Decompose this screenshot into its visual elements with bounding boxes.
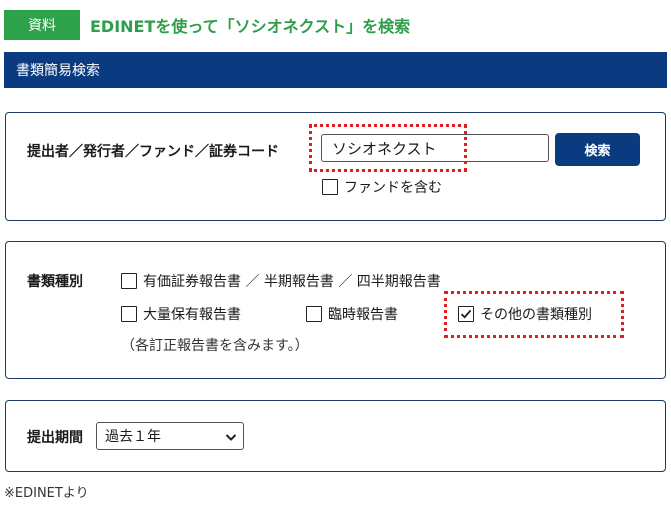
- filer-label: 提出者／発行者／ファンド／証券コード: [27, 144, 279, 160]
- include-fund-label: ファンドを含む: [344, 180, 442, 196]
- securities-report-checkbox[interactable]: [121, 273, 137, 289]
- doc-type-option-other[interactable]: その他の書類種別: [458, 304, 592, 324]
- doc-type-option-securities-report[interactable]: 有価証券報告書 ／ 半期報告書 ／ 四半期報告書: [121, 271, 441, 291]
- extraordinary-report-label: 臨時報告書: [328, 307, 398, 323]
- include-fund-checkbox[interactable]: [322, 179, 338, 195]
- extraordinary-report-checkbox[interactable]: [306, 306, 322, 322]
- checkmark-icon: [460, 309, 472, 319]
- other-doc-type-label: その他の書類種別: [480, 307, 592, 323]
- doc-type-label: 書類種別: [27, 274, 83, 290]
- large-holding-checkbox[interactable]: [121, 306, 137, 322]
- period-label: 提出期間: [27, 430, 83, 446]
- page-headline: EDINETを使って「ソシオネクスト」を検索: [90, 17, 411, 36]
- other-doc-type-checkbox[interactable]: [458, 306, 474, 322]
- document-badge: 資料: [4, 10, 80, 40]
- doc-type-option-large-holding[interactable]: 大量保有報告書: [121, 304, 241, 324]
- search-panel: [5, 112, 666, 221]
- period-selected-value: 過去１年: [105, 429, 161, 445]
- section-title: 書類簡易検索: [16, 63, 100, 79]
- period-select[interactable]: 過去１年: [96, 422, 244, 450]
- doc-type-option-extraordinary[interactable]: 臨時報告書: [306, 304, 398, 324]
- section-title-bar: 書類簡易検索: [4, 52, 667, 88]
- search-button[interactable]: 検索: [555, 133, 640, 166]
- include-fund-option[interactable]: ファンドを含む: [322, 177, 442, 197]
- filer-search-input[interactable]: [321, 134, 549, 162]
- large-holding-label: 大量保有報告書: [143, 307, 241, 323]
- source-footnote: ※EDINETより: [4, 486, 89, 501]
- amendment-note: （各訂正報告書を含みます。）: [121, 338, 309, 354]
- chevron-down-icon: [225, 434, 237, 441]
- securities-report-label: 有価証券報告書 ／ 半期報告書 ／ 四半期報告書: [143, 274, 441, 290]
